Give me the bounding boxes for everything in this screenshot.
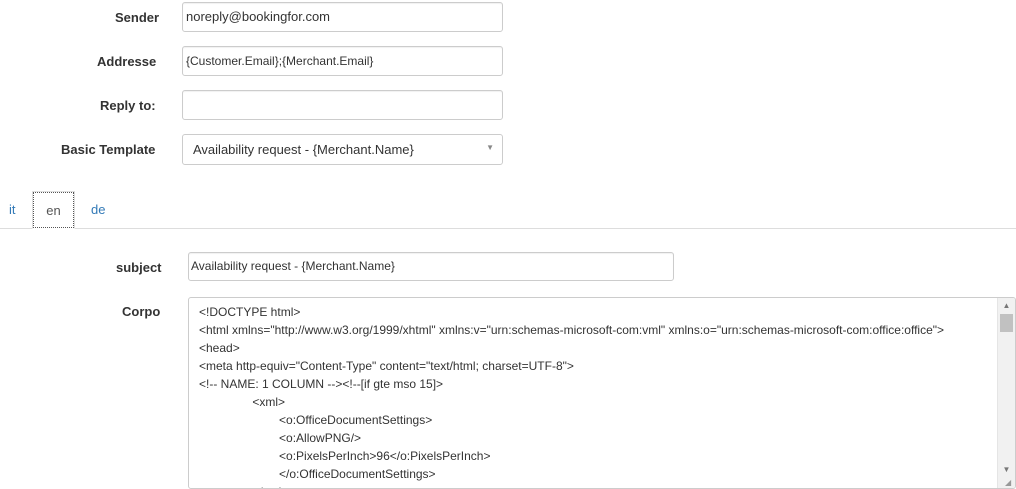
code-line: <o:OfficeDocumentSettings>: [199, 413, 433, 427]
tab-de[interactable]: de: [91, 191, 111, 229]
corpo-code: <!DOCTYPE html> <html xmlns="http://www.w…: [199, 303, 993, 488]
code-line: </o:OfficeDocumentSettings>: [199, 467, 436, 481]
tab-de-label: de: [91, 202, 106, 217]
tab-en[interactable]: en: [32, 191, 75, 229]
tab-en-label: en: [33, 192, 74, 228]
code-line: <html xmlns="http://www.w3.org/1999/xhtm…: [199, 323, 945, 337]
tab-it-label: it: [9, 202, 16, 217]
arrow-down-icon[interactable]: ▼: [998, 462, 1015, 478]
resize-handle-icon[interactable]: ◢: [1005, 478, 1014, 487]
subject-field[interactable]: Availability request - {Merchant.Name}: [188, 252, 674, 281]
scrollbar-thumb[interactable]: [1000, 314, 1013, 332]
reply-to-field[interactable]: [182, 90, 503, 120]
sender-field[interactable]: noreply@bookingfor.com: [182, 2, 503, 32]
code-line: <!-- NAME: 1 COLUMN --><!--[if gte mso 1…: [199, 377, 444, 391]
basic-template-label: Basic Template: [61, 142, 156, 157]
reply-to-label: Reply to:: [100, 98, 156, 113]
code-line: <meta http-equiv="Content-Type" content=…: [199, 359, 574, 373]
addresse-field[interactable]: {Customer.Email};{Merchant.Email}: [182, 46, 503, 76]
code-line: <!DOCTYPE html>: [199, 305, 301, 319]
arrow-up-icon[interactable]: ▲: [998, 298, 1015, 314]
code-line: <head>: [199, 341, 240, 355]
language-tabs: it en de: [0, 191, 1016, 229]
code-line: </xml>: [199, 483, 993, 488]
corpo-textarea[interactable]: <!DOCTYPE html> <html xmlns="http://www.w…: [188, 297, 1016, 489]
code-line: <xml>: [199, 395, 286, 409]
code-line: <o:AllowPNG/>: [199, 431, 362, 445]
chevron-down-icon: ▼: [486, 143, 494, 152]
sender-label: Sender: [115, 10, 160, 25]
subject-label: subject: [116, 260, 162, 275]
code-line: <o:PixelsPerInch>96</o:PixelsPerInch>: [199, 449, 491, 463]
basic-template-select[interactable]: Availability request - {Merchant.Name} ▼: [182, 134, 503, 165]
basic-template-value: Availability request - {Merchant.Name}: [193, 142, 414, 157]
scrollbar[interactable]: ▲ ▼: [997, 298, 1015, 488]
tab-it[interactable]: it: [9, 191, 23, 229]
corpo-label: Corpo: [122, 304, 161, 319]
addresse-label: Addresse: [97, 54, 157, 69]
